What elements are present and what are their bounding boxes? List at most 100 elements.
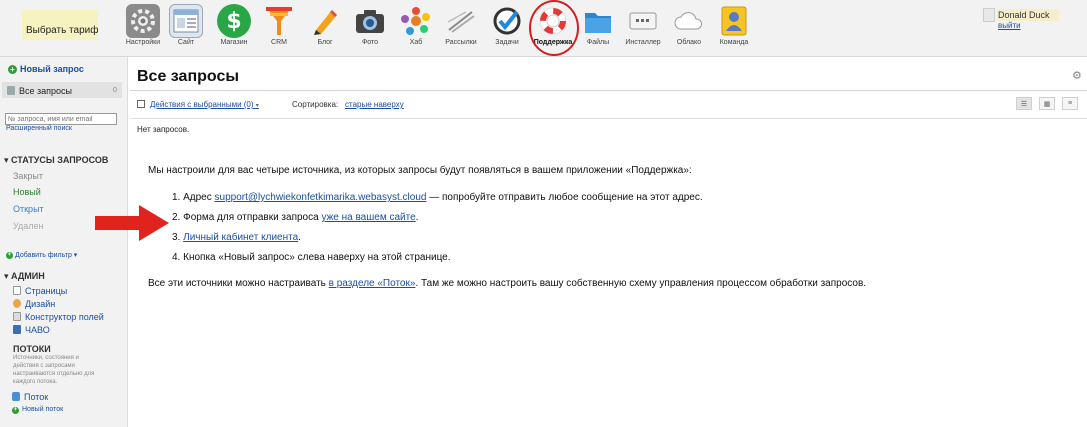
app-team[interactable]: Команда [711,4,757,46]
bulk-actions-menu[interactable]: Действия с выбранными (0) ▾ [150,100,259,109]
admin-fields-link[interactable]: Конструктор полей [25,312,104,322]
app-files[interactable]: Файлы [575,4,621,46]
app-cloud[interactable]: Облако [666,4,712,46]
annotation-arrow-icon [95,205,169,241]
item-text: — попробуйте отправить любое сообщение н… [426,192,703,203]
flows-header: ПОТОКИ [13,344,51,354]
page-icon [13,286,21,295]
photo-camera-icon [353,4,387,38]
item-text: . [298,232,301,243]
all-requests-count: 0 [113,87,117,94]
cloud-icon [672,4,706,38]
flow-link[interactable]: Поток [24,392,48,402]
add-filter-link[interactable]: Добавить фильтр ▾ [15,251,77,259]
faq-book-icon [13,325,21,334]
sort-order-link[interactable]: старые наверху [345,100,404,109]
logout-link[interactable]: выйти [998,21,1021,30]
statuses-header: ▾ СТАТУСЫ ЗАПРОСОВ [4,155,109,165]
customer-account-link[interactable]: Личный кабинет клиента [183,232,298,243]
view-split-button[interactable]: ▦ [1039,97,1055,110]
blog-pencil-icon [308,4,342,38]
app-blog[interactable]: Блог [302,4,348,46]
new-flow-link[interactable]: Новый поток [22,406,63,413]
hub-icon [399,4,433,38]
search-input[interactable] [5,113,117,125]
app-installer[interactable]: Инсталлер [620,4,666,46]
design-palette-icon [13,299,21,308]
divider [130,90,1087,91]
admin-faq-link[interactable]: ЧАВО [25,325,50,335]
app-mailer[interactable]: Рассылки [438,4,484,46]
sort-label: Сортировка: [292,100,339,109]
outro-text: Все эти источники можно настраивать [148,278,329,289]
admin-header: ▾ АДМИН [4,271,45,281]
shop-dollar-icon: $ [217,4,251,38]
mailer-icon [444,4,478,38]
table-view-icon: ≡ [1067,100,1073,107]
flows-hint-line: каждого потока. [13,379,58,385]
select-all-checkbox[interactable] [137,100,145,108]
plus-circle-icon: + [12,407,19,414]
statuses-header-label: СТАТУСЫ ЗАПРОСОВ [11,155,109,165]
view-list-button[interactable]: ☰ [1016,97,1032,110]
status-open[interactable]: Открыт [13,204,44,214]
outro-text: . Там же можно настроить вашу собственну… [415,278,867,289]
sources-outro: Все эти источники можно настраивать в ра… [148,278,866,289]
item-text: . [415,212,419,223]
status-deleted[interactable]: Удален [13,221,44,231]
status-closed[interactable]: Закрыт [13,171,43,181]
list-toolbar: Действия с выбранными (0) ▾ Сортировка: … [130,94,1087,116]
page-title: Все запросы [137,68,239,85]
advanced-search-link[interactable]: Расширенный поиск [6,125,72,132]
crm-funnel-icon [262,4,296,38]
user-name: Donald Duck [998,10,1050,20]
gear-icon[interactable]: ⚙ [1072,69,1082,82]
site-form-link[interactable]: уже на вашем сайте [321,212,415,223]
flows-hint-line: Источники, состояния и [13,355,79,361]
fields-builder-icon [13,312,21,321]
choose-plan-button[interactable]: Выбрать тариф [26,25,98,36]
admin-design-link[interactable]: Дизайн [25,299,55,309]
site-icon [169,4,203,38]
source-item-button: 4. Кнопка «Новый запрос» слева наверху н… [172,252,451,263]
app-hub[interactable]: Хаб [393,4,439,46]
app-site[interactable]: Сайт [163,4,209,46]
sidebar: + Новый запрос Все запросы 0 Расширенный… [0,57,128,427]
installer-icon [626,4,660,38]
user-avatar[interactable] [983,8,995,22]
plus-circle-icon: + [6,252,13,259]
admin-pages-link[interactable]: Страницы [25,286,67,296]
divider [130,118,1087,119]
flow-section-link[interactable]: в разделе «Поток» [329,278,416,289]
sources-intro: Мы настроили для вас четыре источника, и… [148,165,692,176]
new-request-link[interactable]: Новый запрос [20,64,84,74]
tasks-check-icon [490,4,524,38]
app-crm[interactable]: CRM [256,4,302,46]
settings-gear-icon [126,4,160,38]
item-text: 3. [172,232,184,243]
source-item-account: 3. Личный кабинет клиента. [172,232,301,243]
app-shop[interactable]: $ Магазин [211,4,257,46]
flow-icon [12,392,20,401]
source-item-email: 1. Адрес support@lychwiekonfetkimarika.w… [172,192,703,203]
plus-circle-icon: + [8,65,17,74]
all-requests-label: Все запросы [19,86,72,96]
chevron-down-icon: ▾ [255,103,259,109]
add-filter-label: Добавить фильтр [15,252,72,259]
view-table-button[interactable]: ≡ [1062,97,1078,110]
app-header: Выбрать тариф Настройки Сайт $ Магазин C… [0,0,1087,57]
app-tasks[interactable]: Задачи [484,4,530,46]
status-new[interactable]: Новый [13,187,41,197]
team-icon [717,4,751,38]
files-folder-icon [581,4,615,38]
support-email-link[interactable]: support@lychwiekonfetkimarika.webasyst.c… [215,192,427,203]
inbox-icon [7,86,15,95]
main-content: Все запросы ⚙ Действия с выбранными (0) … [130,62,1087,427]
app-settings[interactable]: Настройки [120,4,166,46]
item-text: 2. Форма для отправки запроса [172,212,322,223]
flows-hint-line: настраиваются отдельно для [13,371,95,377]
source-item-form: 2. Форма для отправки запроса уже на ваш… [172,212,418,223]
list-view-icon: ☰ [1020,100,1028,108]
admin-header-label: АДМИН [11,271,45,281]
app-photo[interactable]: Фото [347,4,393,46]
